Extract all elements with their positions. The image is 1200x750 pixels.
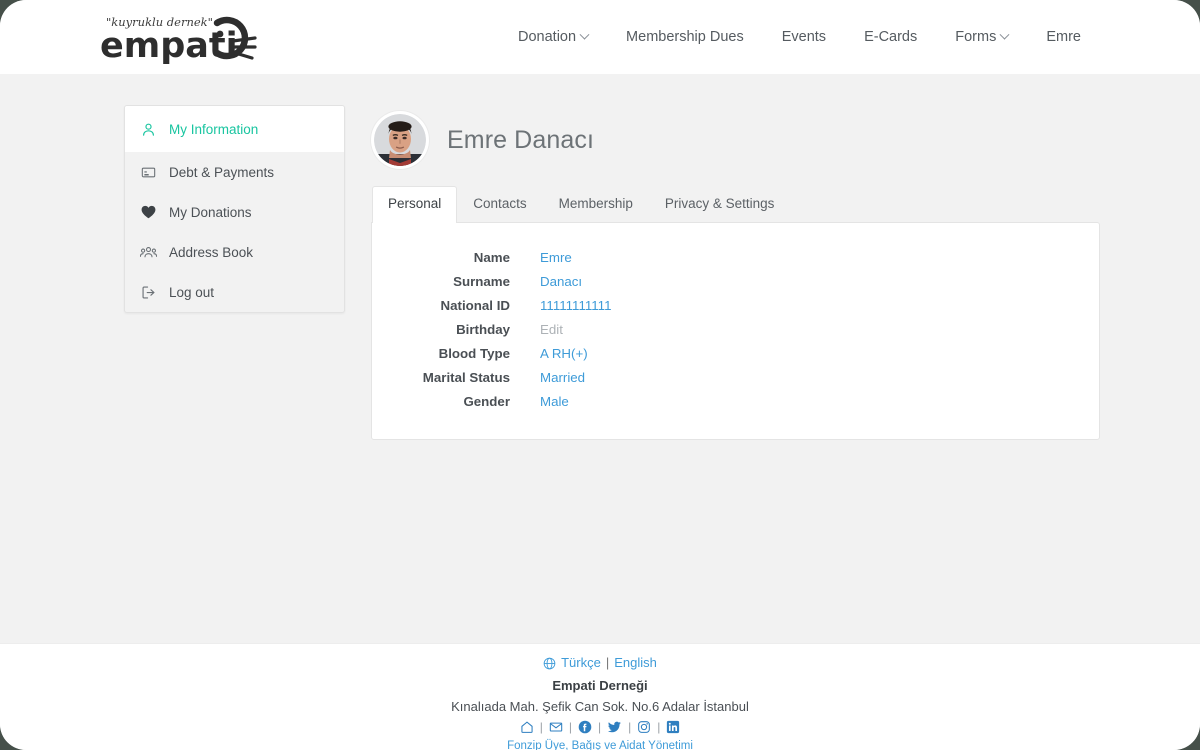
field-value-name[interactable]: Emre: [540, 250, 572, 265]
field-value-gender[interactable]: Male: [540, 394, 569, 409]
globe-icon: [543, 657, 556, 670]
facebook-icon[interactable]: [578, 720, 592, 734]
twitter-icon[interactable]: [607, 720, 622, 734]
people-icon: [140, 245, 157, 259]
page-body: My Information Debt & Payments My Donati…: [0, 74, 1200, 643]
social-links: | | | | |: [0, 720, 1200, 734]
field-label: Birthday: [456, 321, 510, 337]
personal-info-card: Name Emre Surname Danacı National ID 111…: [371, 221, 1100, 440]
field-value-surname[interactable]: Danacı: [540, 274, 582, 289]
field-row-gender: Gender Male: [372, 394, 1099, 409]
main-navigation: Donation Membership Dues Events E-Cards …: [499, 0, 1100, 74]
nav-item-events[interactable]: Events: [763, 30, 845, 45]
field-label: Name: [473, 249, 510, 265]
field-row-birthday: Birthday Edit: [372, 322, 1099, 337]
field-row-name: Name Emre: [372, 250, 1099, 265]
svg-text:empati: empati: [100, 26, 238, 65]
user-icon: [140, 122, 157, 137]
sidebar-item-label: Address Book: [169, 244, 254, 260]
language-link-english[interactable]: English: [614, 655, 657, 670]
field-row-blood-type: Blood Type A RH(+): [372, 346, 1099, 361]
empati-logo-icon: "kuyruklu dernek" empati: [100, 15, 257, 65]
site-footer: Türkçe | English Empati Derneği Kınalıad…: [0, 643, 1200, 750]
nav-item-label: Membership Dues: [626, 28, 744, 45]
nav-item-label: E-Cards: [864, 28, 918, 45]
nav-item-forms[interactable]: Forms: [936, 28, 1027, 45]
field-label: Blood Type: [438, 345, 510, 361]
sidebar-item-my-information[interactable]: My Information: [125, 106, 344, 152]
tab-label: Contacts: [473, 196, 527, 211]
tab-label: Membership: [558, 196, 633, 211]
sidebar-item-debt-payments[interactable]: Debt & Payments: [125, 152, 344, 192]
field-label: Gender: [463, 393, 510, 409]
organization-name: Empati Derneği: [552, 678, 648, 694]
footer-credit-link[interactable]: Fonzip Üye, Bağış ve Aidat Yönetimi: [0, 740, 1200, 750]
home-icon[interactable]: [520, 720, 534, 734]
language-separator: |: [605, 655, 610, 670]
field-value-birthday[interactable]: Edit: [540, 322, 563, 337]
account-sidebar: My Information Debt & Payments My Donati…: [124, 105, 345, 313]
nav-item-label: Events: [781, 28, 827, 45]
tab-contacts[interactable]: Contacts: [457, 186, 542, 222]
main-content: Emre Danacı Personal Contacts Membership…: [345, 105, 1200, 440]
social-separator: |: [568, 720, 572, 735]
field-label: Marital Status: [422, 369, 510, 385]
tab-membership[interactable]: Membership: [543, 186, 649, 222]
sidebar-item-label: My Information: [169, 121, 259, 137]
language-switcher: Türkçe | English: [0, 655, 1200, 670]
nav-item-ecards[interactable]: E-Cards: [845, 30, 936, 45]
profile-header: Emre Danacı: [371, 105, 1100, 175]
page-title: Emre Danacı: [447, 125, 594, 154]
avatar[interactable]: [371, 111, 429, 169]
social-separator: |: [597, 720, 602, 735]
card-icon: [140, 165, 157, 180]
social-separator: |: [657, 720, 661, 735]
nav-item-label: Forms: [955, 28, 997, 45]
heart-icon: [140, 205, 157, 219]
field-value-marital-status[interactable]: Married: [540, 370, 585, 385]
nav-item-membership-dues[interactable]: Membership Dues: [607, 30, 763, 45]
tab-label: Privacy & Settings: [664, 196, 775, 211]
instagram-icon[interactable]: [637, 720, 651, 734]
app-page: "kuyruklu dernek" empati Donation Member…: [0, 0, 1200, 750]
site-header: "kuyruklu dernek" empati Donation Member…: [0, 0, 1200, 74]
organization-address: Kınalıada Mah. Şefik Can Sok. No.6 Adala…: [451, 699, 749, 715]
chevron-down-icon: [579, 29, 590, 40]
nav-item-label: Donation: [518, 28, 577, 45]
tab-privacy-settings[interactable]: Privacy & Settings: [649, 186, 791, 222]
sidebar-item-label: Log out: [169, 284, 215, 300]
social-separator: |: [539, 720, 543, 735]
nav-item-user-emre[interactable]: Emre: [1027, 30, 1100, 45]
email-icon[interactable]: [549, 720, 563, 734]
field-value-blood-type[interactable]: A RH(+): [540, 346, 588, 361]
sidebar-item-log-out[interactable]: Log out: [125, 272, 344, 312]
nav-item-donation[interactable]: Donation: [499, 28, 607, 45]
tab-personal[interactable]: Personal: [372, 186, 458, 223]
language-link-turkish[interactable]: Türkçe: [561, 655, 601, 670]
sidebar-item-label: Debt & Payments: [169, 164, 275, 180]
social-separator: |: [628, 720, 632, 735]
sidebar-item-label: My Donations: [169, 204, 252, 220]
field-row-national-id: National ID 11111111111: [372, 298, 1099, 313]
profile-photo: [374, 114, 426, 166]
field-value-national-id[interactable]: 11111111111: [540, 298, 611, 313]
field-row-marital-status: Marital Status Married: [372, 370, 1099, 385]
profile-tabs: Personal Contacts Membership Privacy & S…: [372, 186, 1100, 223]
sidebar-item-my-donations[interactable]: My Donations: [125, 192, 344, 232]
field-label: Surname: [453, 273, 510, 289]
brand-logo[interactable]: "kuyruklu dernek" empati: [100, 0, 300, 74]
sidebar-item-address-book[interactable]: Address Book: [125, 232, 344, 272]
nav-item-label: Emre: [1046, 28, 1081, 45]
tab-label: Personal: [388, 196, 442, 211]
chevron-down-icon: [999, 29, 1010, 40]
field-label: National ID: [440, 297, 510, 313]
linkedin-icon[interactable]: [666, 720, 680, 734]
logout-icon: [140, 285, 157, 300]
field-row-surname: Surname Danacı: [372, 274, 1099, 289]
